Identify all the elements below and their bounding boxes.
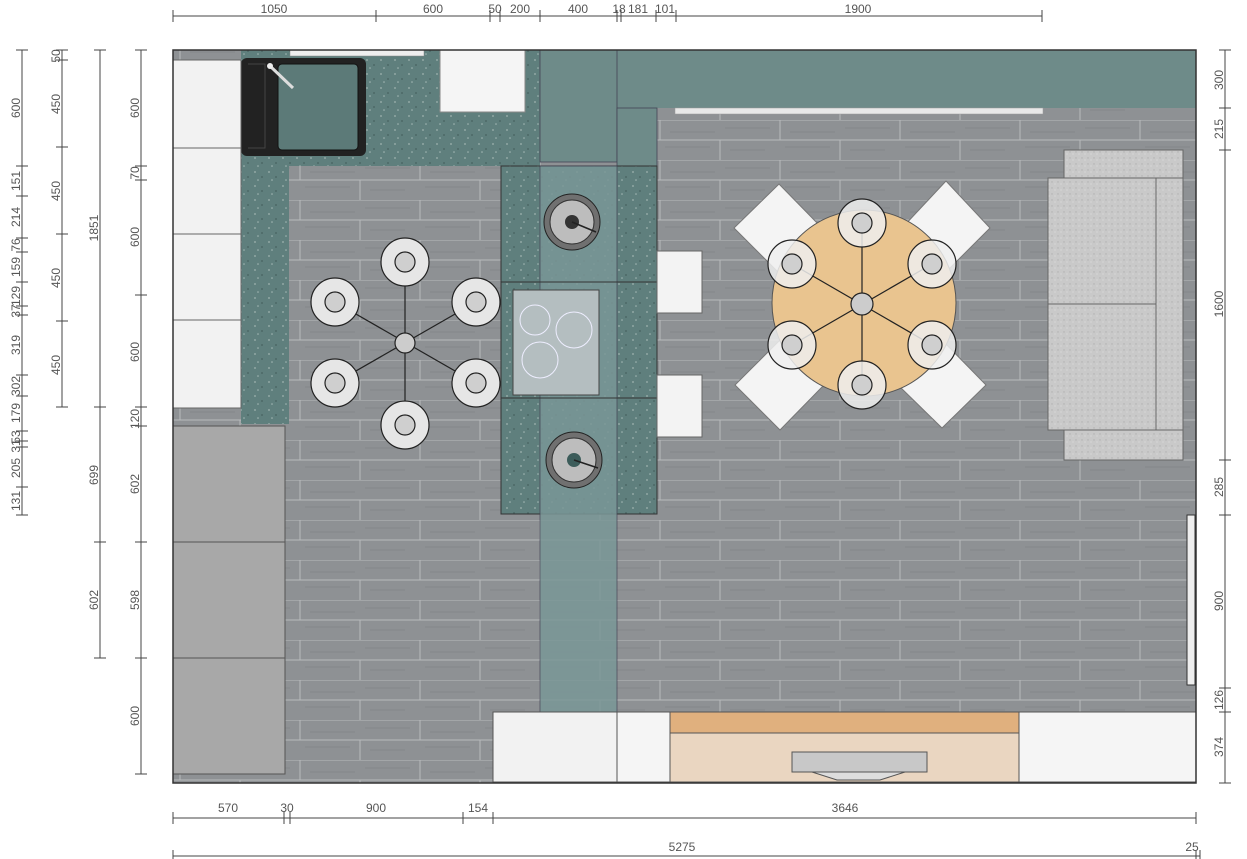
dim-left-14: 131 (9, 491, 23, 511)
dim-col2-2: 450 (49, 94, 63, 114)
dim-right-4: 285 (1212, 477, 1226, 497)
sink-icon (241, 58, 366, 156)
dim-col3-2: 699 (87, 465, 101, 485)
bar-stool (656, 250, 703, 314)
dim-col4-5: 120 (128, 409, 142, 429)
dim-left-3: 214 (9, 207, 23, 227)
dim-left-6: 129 (9, 286, 23, 306)
dim-right-2: 215 (1212, 119, 1226, 139)
dim-left-2: 151 (9, 171, 23, 191)
dim-top-2: 600 (423, 2, 443, 16)
dim-top-9: 1900 (845, 2, 872, 16)
dim-overall-2: 25 (1185, 840, 1199, 854)
dim-right-1: 300 (1212, 70, 1226, 90)
dim-top-8: 101 (655, 2, 675, 16)
dim-col2-4: 450 (49, 268, 63, 288)
dim-left-4: 76 (9, 238, 23, 252)
dim-bottom-2: 30 (280, 801, 294, 815)
bar-stool (656, 374, 703, 438)
pendant-light-icon (545, 431, 603, 489)
dim-col2-1: 50 (49, 49, 63, 63)
dim-bottom-3: 900 (366, 801, 386, 815)
dim-left-9: 302 (9, 376, 23, 396)
dim-col4-3: 600 (128, 227, 142, 247)
dim-right-5: 900 (1212, 591, 1226, 611)
dim-top-5: 400 (568, 2, 588, 16)
kitchen-floor-plan: 1050 600 50 200 400 18 181 101 1900 570 … (9, 2, 1231, 859)
curtain-rail (674, 107, 1044, 115)
dim-top-7: 181 (628, 2, 648, 16)
tall-unit (439, 49, 526, 113)
dim-col4-8: 600 (128, 706, 142, 726)
dim-col2-5: 450 (49, 355, 63, 375)
media-unit (492, 711, 1197, 783)
dim-left-1: 600 (9, 98, 23, 118)
dim-left-12: 31 (9, 439, 23, 453)
dim-top-6: 18 (612, 2, 626, 16)
dim-col4-4: 600 (128, 342, 142, 362)
dim-right-7: 374 (1212, 737, 1226, 757)
dim-col3-1: 1851 (87, 214, 101, 241)
left-counter (241, 166, 289, 424)
dim-col4-7: 598 (128, 590, 142, 610)
dim-left-10: 179 (9, 403, 23, 423)
dim-col4-2: 70 (128, 166, 142, 180)
dim-left-7: 37 (9, 304, 23, 318)
dim-col4-6: 602 (128, 474, 142, 494)
dim-top-1: 1050 (261, 2, 288, 16)
cooktop-icon (512, 289, 600, 396)
dim-right-3: 1600 (1212, 290, 1226, 317)
sofa (1047, 149, 1184, 461)
dim-left-13: 205 (9, 458, 23, 478)
pendant-light-icon (543, 193, 601, 251)
dim-bottom-5: 3646 (832, 801, 859, 815)
wall-band-top (617, 50, 1196, 108)
tall-column-2 (616, 107, 658, 169)
dim-col3-3: 602 (87, 590, 101, 610)
dim-col2-3: 450 (49, 181, 63, 201)
dim-bottom-1: 570 (218, 801, 238, 815)
dim-right-6: 126 (1212, 690, 1226, 710)
dim-top-4: 200 (510, 2, 530, 16)
dim-left-8: 319 (9, 335, 23, 355)
door (1186, 514, 1196, 686)
dim-overall-1: 5275 (669, 840, 696, 854)
dim-col4-1: 600 (128, 98, 142, 118)
shelf-top (289, 49, 425, 57)
dim-top-3: 50 (488, 2, 502, 16)
dim-bottom-4: 154 (468, 801, 488, 815)
tall-column (539, 49, 618, 163)
left-white-cabinets (172, 59, 242, 409)
dim-left-5: 159 (9, 257, 23, 277)
left-grey-cabinets (172, 425, 286, 775)
